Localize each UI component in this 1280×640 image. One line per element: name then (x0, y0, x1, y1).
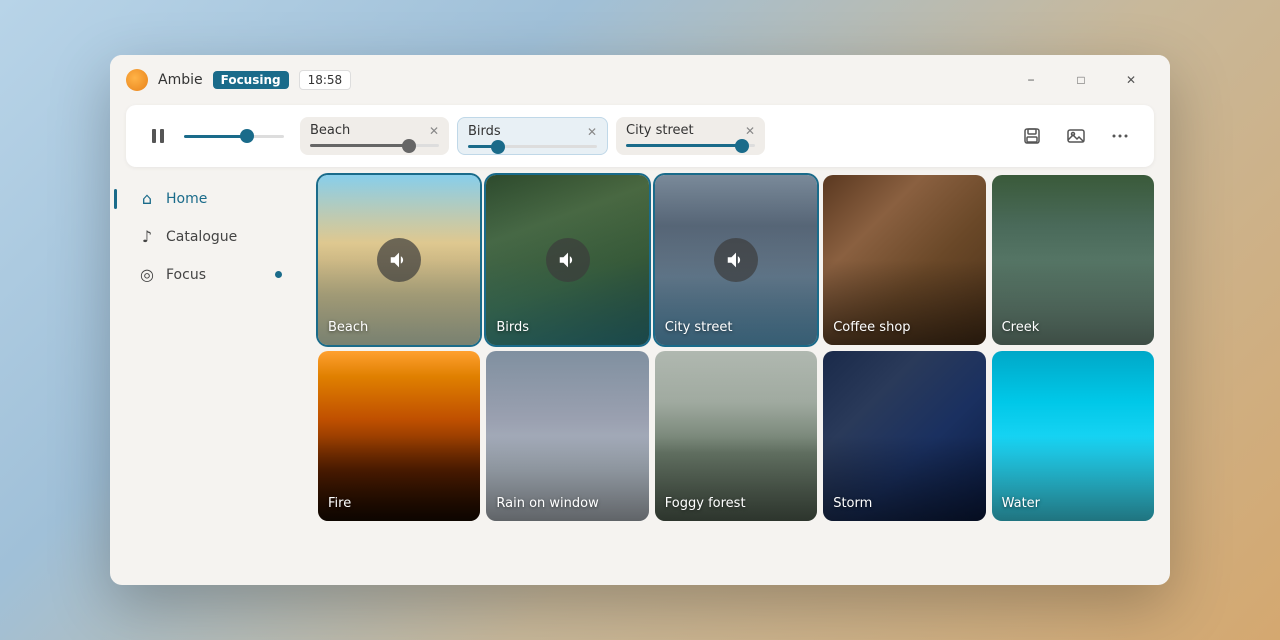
card-label-fire: Fire (328, 496, 351, 511)
sound-icon-city-street (714, 238, 758, 282)
titlebar-left: Ambie Focusing 18:58 (126, 69, 1008, 91)
transport-bar: Beach ✕ Birds ✕ City street ✕ (126, 105, 1154, 167)
card-label-coffee-shop: Coffee shop (833, 320, 910, 335)
card-label-creek: Creek (1002, 320, 1040, 335)
image-button[interactable] (1058, 118, 1094, 154)
app-name: Ambie (158, 72, 203, 88)
app-icon (126, 69, 148, 91)
sound-card-creek[interactable]: Creek (992, 175, 1154, 345)
minimize-button[interactable]: − (1008, 64, 1054, 96)
sound-icon-beach (377, 238, 421, 282)
card-label-fog-forest: Foggy forest (665, 496, 746, 511)
more-icon (1110, 126, 1130, 146)
sidebar-item-catalogue[interactable]: ♪ Catalogue (118, 218, 302, 255)
card-label-beach: Beach (328, 320, 368, 335)
chip-close-city[interactable]: ✕ (745, 125, 755, 137)
sidebar-item-focus[interactable]: ◎ Focus (118, 256, 302, 293)
card-label-birds: Birds (496, 320, 529, 335)
sidebar-label-focus: Focus (166, 267, 206, 283)
transport-controls (142, 120, 284, 152)
home-icon: ⌂ (138, 189, 156, 208)
main-content: ⌂ Home ♪ Catalogue ◎ Focus (110, 167, 1170, 585)
chip-name-beach: Beach (310, 123, 350, 138)
chip-header-city: City street ✕ (626, 123, 755, 138)
sound-card-storm[interactable]: Storm (823, 351, 985, 521)
sidebar-label-catalogue: Catalogue (166, 229, 237, 245)
sound-chip-city: City street ✕ (616, 117, 765, 155)
card-label-city-street: City street (665, 320, 733, 335)
maximize-button[interactable]: □ (1058, 64, 1104, 96)
transport-actions (1014, 118, 1138, 154)
sound-chip-birds: Birds ✕ (457, 117, 608, 155)
more-button[interactable] (1102, 118, 1138, 154)
chip-slider-beach[interactable] (310, 144, 439, 147)
save-icon (1022, 126, 1042, 146)
sound-card-coffee-shop[interactable]: Coffee shop (823, 175, 985, 345)
chip-header-birds: Birds ✕ (468, 124, 597, 139)
sound-icon-birds (546, 238, 590, 282)
sidebar: ⌂ Home ♪ Catalogue ◎ Focus (110, 167, 310, 585)
focus-dot (275, 271, 282, 278)
chip-slider-city[interactable] (626, 144, 755, 147)
active-sounds: Beach ✕ Birds ✕ City street ✕ (300, 117, 998, 155)
card-label-storm: Storm (833, 496, 872, 511)
sound-card-fire[interactable]: Fire (318, 351, 480, 521)
chip-slider-birds[interactable] (468, 145, 597, 148)
sound-card-beach[interactable]: Beach (318, 175, 480, 345)
save-button[interactable] (1014, 118, 1050, 154)
chip-name-birds: Birds (468, 124, 501, 139)
chip-close-beach[interactable]: ✕ (429, 125, 439, 137)
timer-badge: 18:58 (299, 70, 352, 90)
sound-grid-area: Beach Birds (310, 167, 1170, 585)
app-window: Ambie Focusing 18:58 − □ ✕ Beach (110, 55, 1170, 585)
sidebar-label-home: Home (166, 191, 207, 207)
sound-card-birds[interactable]: Birds (486, 175, 648, 345)
pause-button[interactable] (142, 120, 174, 152)
speaker-icon-birds (557, 249, 579, 271)
master-volume-slider[interactable] (184, 135, 284, 138)
sound-card-water[interactable]: Water (992, 351, 1154, 521)
speaker-icon-city (725, 249, 747, 271)
titlebar-controls: − □ ✕ (1008, 64, 1154, 96)
chip-name-city: City street (626, 123, 694, 138)
sound-card-rain-window[interactable]: Rain on window (486, 351, 648, 521)
speaker-icon (388, 249, 410, 271)
sound-card-city-street[interactable]: City street (655, 175, 817, 345)
pause-icon (148, 126, 168, 146)
image-icon (1066, 126, 1086, 146)
close-button[interactable]: ✕ (1108, 64, 1154, 96)
focus-icon: ◎ (138, 265, 156, 284)
sound-chip-beach: Beach ✕ (300, 117, 449, 155)
focus-badge: Focusing (213, 71, 289, 89)
chip-header-beach: Beach ✕ (310, 123, 439, 138)
titlebar: Ambie Focusing 18:58 − □ ✕ (110, 55, 1170, 105)
catalogue-icon: ♪ (138, 227, 156, 246)
card-label-water: Water (1002, 496, 1040, 511)
sound-card-fog-forest[interactable]: Foggy forest (655, 351, 817, 521)
sidebar-item-home[interactable]: ⌂ Home (118, 180, 302, 217)
sound-grid: Beach Birds (318, 175, 1154, 521)
chip-close-birds[interactable]: ✕ (587, 126, 597, 138)
card-label-rain-window: Rain on window (496, 496, 598, 511)
